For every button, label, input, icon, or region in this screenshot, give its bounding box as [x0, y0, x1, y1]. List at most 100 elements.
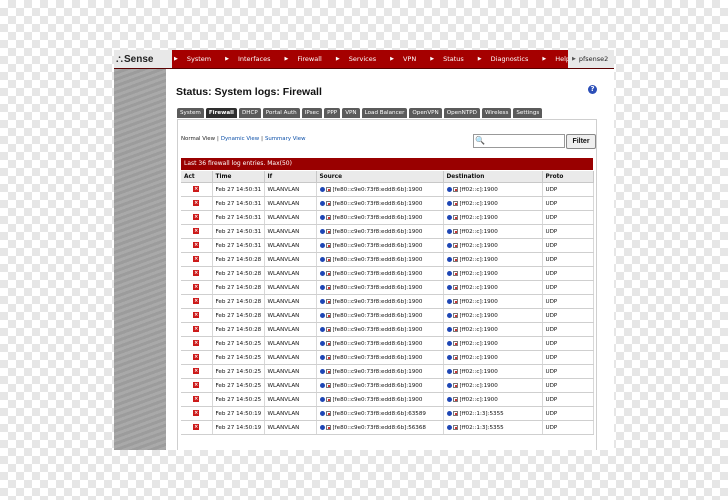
address-icon[interactable]	[325, 410, 331, 416]
address-icon[interactable]	[452, 256, 458, 262]
address-icon[interactable]	[452, 298, 458, 304]
info-icon[interactable]	[446, 382, 452, 388]
info-icon[interactable]	[446, 228, 452, 234]
address-icon[interactable]	[452, 410, 458, 416]
info-icon[interactable]	[319, 340, 325, 346]
info-icon[interactable]	[319, 200, 325, 206]
address-icon[interactable]	[325, 214, 331, 220]
nav-item-firewall[interactable]: ▶ Firewall	[284, 50, 335, 68]
address-icon[interactable]	[452, 326, 458, 332]
info-icon[interactable]	[319, 242, 325, 248]
address-icon[interactable]	[325, 382, 331, 388]
info-icon[interactable]	[319, 186, 325, 192]
normal-view-link[interactable]: Normal View	[181, 136, 215, 142]
address-icon[interactable]	[452, 186, 458, 192]
info-icon[interactable]	[446, 214, 452, 220]
info-icon[interactable]	[319, 284, 325, 290]
block-icon[interactable]: ×	[193, 270, 200, 277]
block-icon[interactable]: ×	[193, 200, 200, 207]
address-icon[interactable]	[325, 228, 331, 234]
address-icon[interactable]	[325, 354, 331, 360]
address-icon[interactable]	[325, 256, 331, 262]
address-icon[interactable]	[452, 242, 458, 248]
hostname-menu[interactable]: ▶ pfsense2	[568, 50, 614, 68]
info-icon[interactable]	[446, 312, 452, 318]
address-icon[interactable]	[452, 396, 458, 402]
info-icon[interactable]	[319, 326, 325, 332]
info-icon[interactable]	[319, 256, 325, 262]
info-icon[interactable]	[319, 312, 325, 318]
tab-settings[interactable]: Settings	[513, 108, 543, 118]
tab-ppp[interactable]: PPP	[324, 108, 341, 118]
nav-item-diagnostics[interactable]: ▶ Diagnostics	[478, 50, 543, 68]
address-icon[interactable]	[325, 312, 331, 318]
address-icon[interactable]	[452, 382, 458, 388]
info-icon[interactable]	[446, 424, 452, 430]
info-icon[interactable]	[319, 354, 325, 360]
tab-system[interactable]: System	[177, 108, 204, 118]
info-icon[interactable]	[319, 396, 325, 402]
info-icon[interactable]	[319, 368, 325, 374]
tab-ipsec[interactable]: IPsec	[301, 108, 323, 118]
block-icon[interactable]: ×	[193, 382, 200, 389]
block-icon[interactable]: ×	[193, 396, 200, 403]
info-icon[interactable]	[446, 284, 452, 290]
tab-openntpd[interactable]: OpenNTPD	[443, 108, 480, 118]
address-icon[interactable]	[452, 424, 458, 430]
block-icon[interactable]: ×	[193, 284, 200, 291]
address-icon[interactable]	[325, 424, 331, 430]
address-icon[interactable]	[325, 368, 331, 374]
address-icon[interactable]	[452, 354, 458, 360]
address-icon[interactable]	[325, 340, 331, 346]
address-icon[interactable]	[452, 284, 458, 290]
address-icon[interactable]	[452, 368, 458, 374]
address-icon[interactable]	[325, 326, 331, 332]
pfsense-logo[interactable]: ⛬ Sense	[114, 50, 172, 68]
block-icon[interactable]: ×	[193, 256, 200, 263]
tab-vpn[interactable]: VPN	[342, 108, 360, 118]
tab-firewall[interactable]: Firewall	[205, 108, 237, 118]
address-icon[interactable]	[325, 186, 331, 192]
nav-item-status[interactable]: ▶ Status	[430, 50, 478, 68]
info-icon[interactable]	[446, 326, 452, 332]
block-icon[interactable]: ×	[193, 340, 200, 347]
tab-dhcp[interactable]: DHCP	[238, 108, 261, 118]
info-icon[interactable]	[446, 368, 452, 374]
address-icon[interactable]	[325, 396, 331, 402]
block-icon[interactable]: ×	[193, 312, 200, 319]
info-icon[interactable]	[446, 200, 452, 206]
block-icon[interactable]: ×	[193, 410, 200, 417]
nav-item-system[interactable]: ▶ System	[174, 50, 225, 68]
address-icon[interactable]	[325, 284, 331, 290]
nav-item-interfaces[interactable]: ▶ Interfaces	[225, 50, 284, 68]
address-icon[interactable]	[325, 270, 331, 276]
filter-input[interactable]: 🔍	[473, 134, 565, 148]
filter-button[interactable]: Filter	[566, 134, 596, 149]
dynamic-view-link[interactable]: Dynamic View	[221, 136, 259, 142]
block-icon[interactable]: ×	[193, 228, 200, 235]
info-icon[interactable]	[446, 242, 452, 248]
address-icon[interactable]	[452, 270, 458, 276]
address-icon[interactable]	[452, 214, 458, 220]
block-icon[interactable]: ×	[193, 368, 200, 375]
info-icon[interactable]	[446, 410, 452, 416]
tab-portal-auth[interactable]: Portal Auth	[262, 108, 300, 118]
block-icon[interactable]: ×	[193, 298, 200, 305]
info-icon[interactable]	[446, 298, 452, 304]
address-icon[interactable]	[325, 242, 331, 248]
address-icon[interactable]	[325, 298, 331, 304]
nav-item-vpn[interactable]: ▶ VPN	[390, 50, 430, 68]
tab-openvpn[interactable]: OpenVPN	[409, 108, 442, 118]
info-icon[interactable]	[319, 228, 325, 234]
block-icon[interactable]: ×	[193, 326, 200, 333]
block-icon[interactable]: ×	[193, 214, 200, 221]
summary-view-link[interactable]: Summary View	[265, 136, 306, 142]
info-icon[interactable]	[319, 410, 325, 416]
block-icon[interactable]: ×	[193, 186, 200, 193]
nav-item-services[interactable]: ▶ Services	[336, 50, 390, 68]
info-icon[interactable]	[446, 354, 452, 360]
address-icon[interactable]	[325, 200, 331, 206]
info-icon[interactable]	[319, 424, 325, 430]
info-icon[interactable]	[446, 256, 452, 262]
info-icon[interactable]	[446, 340, 452, 346]
